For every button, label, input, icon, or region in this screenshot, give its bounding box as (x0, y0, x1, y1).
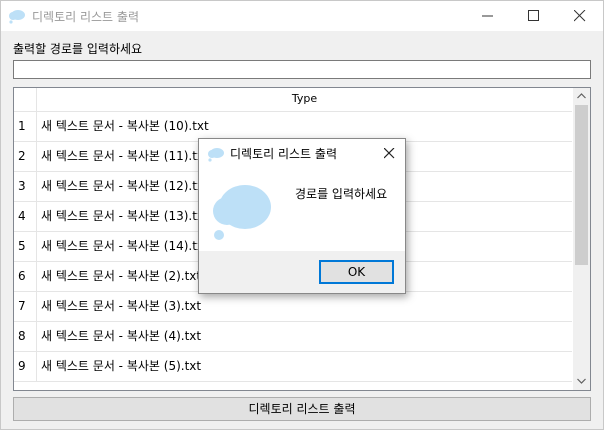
maximize-icon (528, 10, 539, 21)
row-index[interactable]: 4 (14, 202, 37, 231)
vertical-scrollbar[interactable] (573, 88, 590, 390)
file-name-cell[interactable]: 새 텍스트 문서 - 복사본 (11).txt (41, 142, 209, 171)
row-index[interactable]: 3 (14, 172, 37, 201)
file-name-cell[interactable]: 새 텍스트 문서 - 복사본 (10).txt (41, 112, 209, 141)
close-icon (574, 10, 586, 22)
dialog-close-button[interactable] (379, 143, 399, 163)
row-index[interactable]: 2 (14, 142, 37, 171)
scroll-up-button[interactable] (573, 88, 590, 105)
row-index[interactable]: 5 (14, 232, 37, 261)
table-row[interactable]: 7새 텍스트 문서 - 복사본 (3).txt (14, 292, 572, 322)
maximize-button[interactable] (511, 1, 557, 31)
scroll-thumb[interactable] (575, 105, 588, 265)
grid-corner[interactable] (14, 88, 37, 111)
close-button[interactable] (557, 1, 603, 31)
row-index[interactable]: 1 (14, 112, 37, 141)
ok-button[interactable]: OK (319, 260, 394, 284)
table-row[interactable]: 9새 텍스트 문서 - 복사본 (5).txt (14, 352, 572, 382)
dialog-footer: OK (199, 251, 405, 293)
file-name-cell[interactable]: 새 텍스트 문서 - 복사본 (12).txt (41, 172, 209, 201)
scroll-down-button[interactable] (573, 373, 590, 390)
table-row[interactable]: 8새 텍스트 문서 - 복사본 (4).txt (14, 322, 572, 352)
row-index[interactable]: 8 (14, 322, 37, 351)
file-name-cell[interactable]: 새 텍스트 문서 - 복사본 (4).txt (41, 322, 201, 351)
chevron-down-icon (577, 378, 586, 384)
cloud-icon (208, 148, 224, 162)
close-icon (384, 148, 395, 159)
file-name-cell[interactable]: 새 텍스트 문서 - 복사본 (14).txt (41, 232, 209, 261)
dialog-body: 경로를 입력하세요 (199, 167, 405, 251)
grid-header: Type (14, 88, 572, 112)
file-name-cell[interactable]: 새 텍스트 문서 - 복사본 (2).txt (41, 262, 201, 291)
message-dialog: 디렉토리 리스트 출력 경로를 입력하세요 OK (198, 138, 406, 294)
title-bar[interactable]: 디렉토리 리스트 출력 (1, 1, 603, 31)
column-header-type[interactable]: Type (37, 92, 572, 105)
minimize-icon (482, 15, 493, 17)
path-input[interactable] (13, 60, 591, 79)
row-index[interactable]: 7 (14, 292, 37, 321)
cloud-icon (9, 10, 25, 24)
minimize-button[interactable] (465, 1, 511, 31)
file-name-cell[interactable]: 새 텍스트 문서 - 복사본 (5).txt (41, 352, 201, 381)
dialog-message: 경로를 입력하세요 (295, 187, 388, 201)
dialog-title-bar[interactable]: 디렉토리 리스트 출력 (199, 139, 405, 167)
path-label: 출력할 경로를 입력하세요 (13, 42, 143, 56)
file-name-cell[interactable]: 새 텍스트 문서 - 복사본 (13).txt (41, 202, 209, 231)
list-directory-button[interactable]: 디렉토리 리스트 출력 (13, 397, 591, 421)
window-title: 디렉토리 리스트 출력 (32, 10, 139, 24)
file-name-cell[interactable]: 새 텍스트 문서 - 복사본 (3).txt (41, 292, 201, 321)
chevron-up-icon (577, 93, 586, 99)
row-index[interactable]: 6 (14, 262, 37, 291)
dialog-title: 디렉토리 리스트 출력 (230, 147, 337, 161)
cloud-icon (213, 185, 271, 240)
row-index[interactable]: 9 (14, 352, 37, 381)
